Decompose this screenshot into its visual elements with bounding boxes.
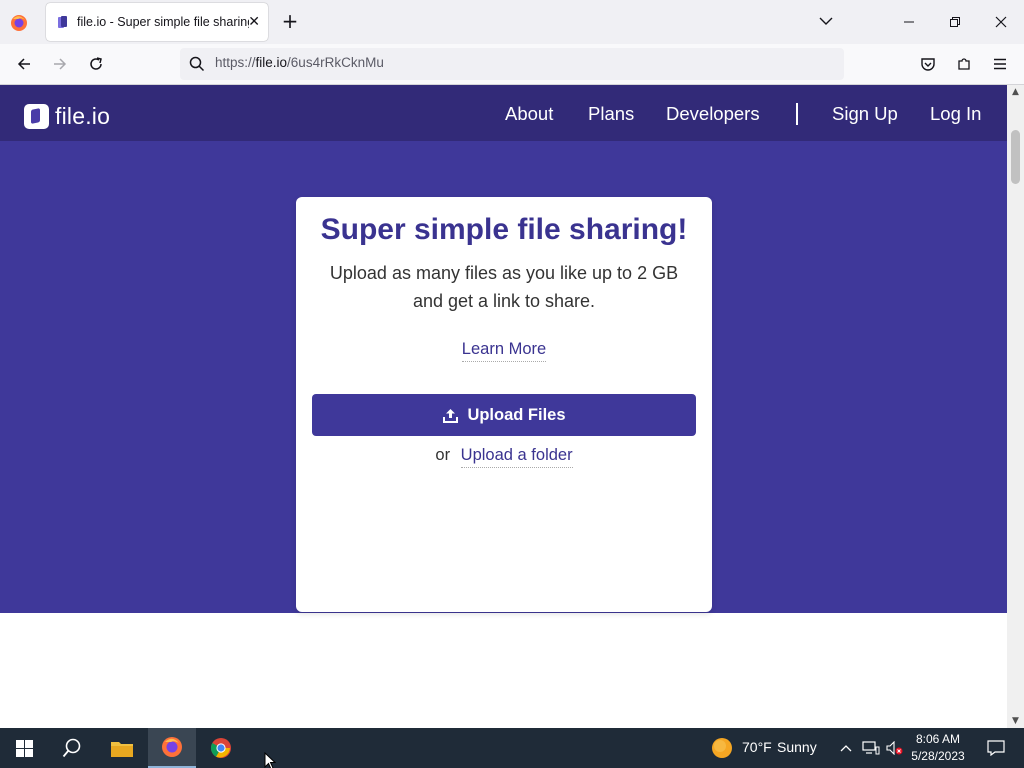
tab-title: file.io - Super simple file sharing	[77, 15, 249, 29]
nav-about[interactable]: About	[505, 103, 553, 125]
firefox-view-icon[interactable]	[8, 12, 30, 34]
active-tab[interactable]: file.io - Super simple file sharing ✕	[46, 3, 268, 41]
file-explorer-icon[interactable]	[98, 728, 146, 768]
scroll-down-arrow-icon[interactable]: ▼	[1010, 716, 1021, 726]
site-logo[interactable]: file.io	[24, 103, 110, 130]
page-scrollbar[interactable]: ▲ ▼	[1007, 85, 1024, 728]
subtitle-line-1: Upload as many files as you like up to 2…	[329, 263, 679, 283]
card-title: Super simple file sharing!	[320, 213, 688, 246]
subtitle-line-2: and get a link to share.	[412, 291, 596, 311]
learn-more-link[interactable]: Learn More	[461, 340, 547, 362]
search-icon[interactable]	[48, 728, 96, 768]
fileio-logo-icon	[24, 104, 49, 129]
learn-more-row: Learn More	[296, 339, 712, 362]
pocket-icon[interactable]	[917, 53, 939, 75]
fileio-favicon-icon	[58, 16, 67, 28]
back-arrow-icon[interactable]	[13, 53, 35, 75]
weather-temp: 70°F	[742, 739, 772, 755]
network-icon[interactable]	[858, 728, 884, 768]
browser-toolbar: https://file.io/6us4rRkCknMu	[0, 44, 1024, 85]
upload-folder-link[interactable]: Upload a folder	[460, 446, 573, 468]
windows-taskbar: 70°F Sunny 8:06 AM 5/28/2023	[0, 728, 1024, 768]
firefox-taskbar-icon[interactable]	[148, 728, 196, 768]
upload-card: Super simple file sharing! Upload as man…	[296, 197, 712, 612]
upload-folder-row: or Upload a folder	[296, 446, 712, 468]
new-tab-plus-icon[interactable]: +	[280, 11, 300, 31]
notifications-icon[interactable]	[976, 728, 1016, 768]
nav-sign-up[interactable]: Sign Up	[832, 103, 898, 125]
upload-files-label: Upload Files	[467, 405, 566, 424]
upload-icon	[443, 408, 459, 423]
hamburger-menu-icon[interactable]	[989, 53, 1011, 75]
site-header: file.io About Plans Developers Sign Up L…	[0, 85, 1007, 141]
chrome-taskbar-icon[interactable]	[197, 728, 245, 768]
logo-text: file.io	[55, 103, 111, 129]
scrollbar-thumb[interactable]	[1011, 130, 1020, 184]
or-text: or	[435, 446, 451, 464]
card-subtitle: Upload as many files as you like up to 2…	[312, 259, 696, 315]
page-viewport: file.io About Plans Developers Sign Up L…	[0, 85, 1007, 728]
search-icon	[189, 56, 205, 72]
forward-arrow-icon[interactable]	[49, 53, 71, 75]
windows-start-icon[interactable]	[0, 728, 48, 768]
list-all-tabs-chevron-icon[interactable]	[817, 12, 835, 30]
volume-muted-icon[interactable]	[884, 728, 906, 768]
tab-close-icon[interactable]: ✕	[248, 13, 260, 31]
browser-tab-strip: file.io - Super simple file sharing ✕ +	[0, 0, 1024, 44]
clock-time: 8:06 AM	[915, 732, 961, 746]
show-hidden-icons-chevron-icon[interactable]	[834, 728, 858, 768]
clock-date: 5/28/2023	[911, 749, 965, 763]
nav-divider	[796, 103, 798, 125]
mouse-cursor-icon	[264, 752, 276, 768]
nav-developers[interactable]: Developers	[666, 103, 760, 125]
weather-sun-icon[interactable]	[698, 728, 746, 768]
upload-files-button[interactable]: Upload Files	[312, 394, 696, 436]
weather-condition: Sunny	[777, 739, 817, 755]
minimize-icon[interactable]	[886, 0, 932, 44]
extensions-puzzle-icon[interactable]	[953, 53, 975, 75]
reload-icon[interactable]	[85, 53, 107, 75]
nav-log-in[interactable]: Log In	[930, 103, 981, 125]
scroll-up-arrow-icon[interactable]: ▲	[1010, 87, 1021, 97]
system-clock[interactable]: 8:06 AM 5/28/2023	[906, 731, 970, 765]
url-text: https://file.io/6us4rRkCknMu	[215, 55, 384, 70]
restore-icon[interactable]	[932, 0, 978, 44]
close-window-icon[interactable]	[978, 0, 1024, 44]
nav-plans[interactable]: Plans	[588, 103, 634, 125]
address-bar[interactable]: https://file.io/6us4rRkCknMu	[180, 48, 844, 80]
